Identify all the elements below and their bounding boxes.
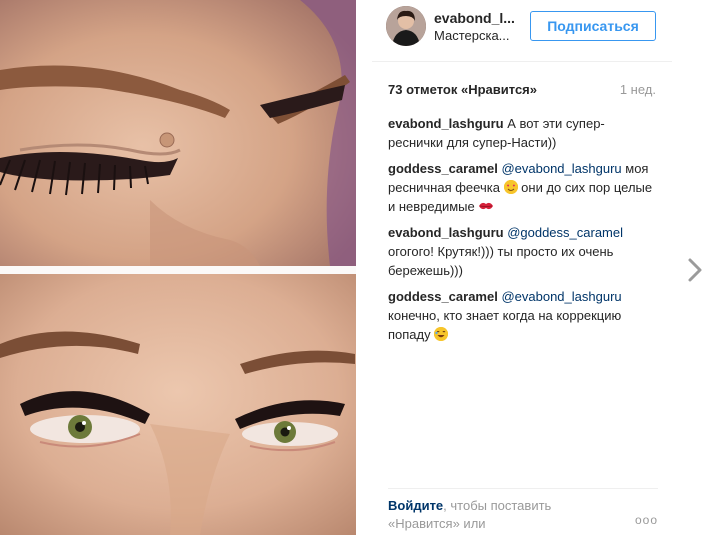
comment-mention[interactable]: @evabond_lashguru (498, 161, 621, 176)
login-link[interactable]: Войдите (388, 498, 443, 513)
post-footer: Войдите, чтобы поставить «Нравится» или … (388, 488, 658, 535)
username[interactable]: evabond_l... (434, 10, 515, 26)
follow-button[interactable]: Подписаться (530, 11, 656, 41)
comment-item: evabond_lashguru @goddess_caramel огогог… (388, 223, 658, 280)
comment-item: evabond_lashguru А вот эти супер-ресничк… (388, 114, 658, 152)
location-link[interactable]: Мастерска... (434, 28, 510, 43)
comment-author[interactable]: evabond_lashguru (388, 116, 504, 131)
comment-author[interactable]: evabond_lashguru (388, 225, 504, 240)
chevron-right-icon[interactable] (684, 252, 708, 288)
heart-eyes-emoji-icon (503, 180, 518, 194)
login-prompt: Войдите, чтобы поставить «Нравится» или (388, 497, 618, 533)
post-photo (0, 0, 356, 535)
post-time[interactable]: 1 нед. (620, 82, 656, 97)
grin-emoji-icon (434, 327, 449, 341)
comments-list: evabond_lashguru А вот эти супер-ресничк… (388, 114, 658, 351)
comment-author[interactable]: goddess_caramel (388, 289, 498, 304)
likes-count[interactable]: 73 отметок «Нравится» (388, 82, 537, 97)
likes-row: 73 отметок «Нравится» 1 нед. (388, 82, 656, 102)
comment-mention[interactable]: @evabond_lashguru (498, 289, 621, 304)
comment-item: goddess_caramel @evabond_lashguru конечн… (388, 287, 658, 344)
post-header: evabond_l... Мастерска... Подписаться (372, 0, 672, 62)
comment-author[interactable]: goddess_caramel (388, 161, 498, 176)
photo-top-closed-eye (0, 0, 356, 266)
more-options-icon[interactable]: ooo (635, 513, 658, 527)
comment-item: goddess_caramel @evabond_lashguru моя ре… (388, 159, 658, 216)
kiss-mark-icon (478, 199, 494, 213)
comment-mention[interactable]: @goddess_caramel (504, 225, 623, 240)
comment-text: огогого! Крутяк!))) ты просто их очень б… (388, 244, 614, 278)
avatar[interactable] (386, 6, 426, 46)
photo-bottom-open-eyes (0, 274, 356, 535)
comment-text: конечно, кто знает когда на коррекцию по… (388, 308, 622, 342)
post-side-panel: evabond_l... Мастерска... Подписаться 73… (372, 0, 672, 535)
